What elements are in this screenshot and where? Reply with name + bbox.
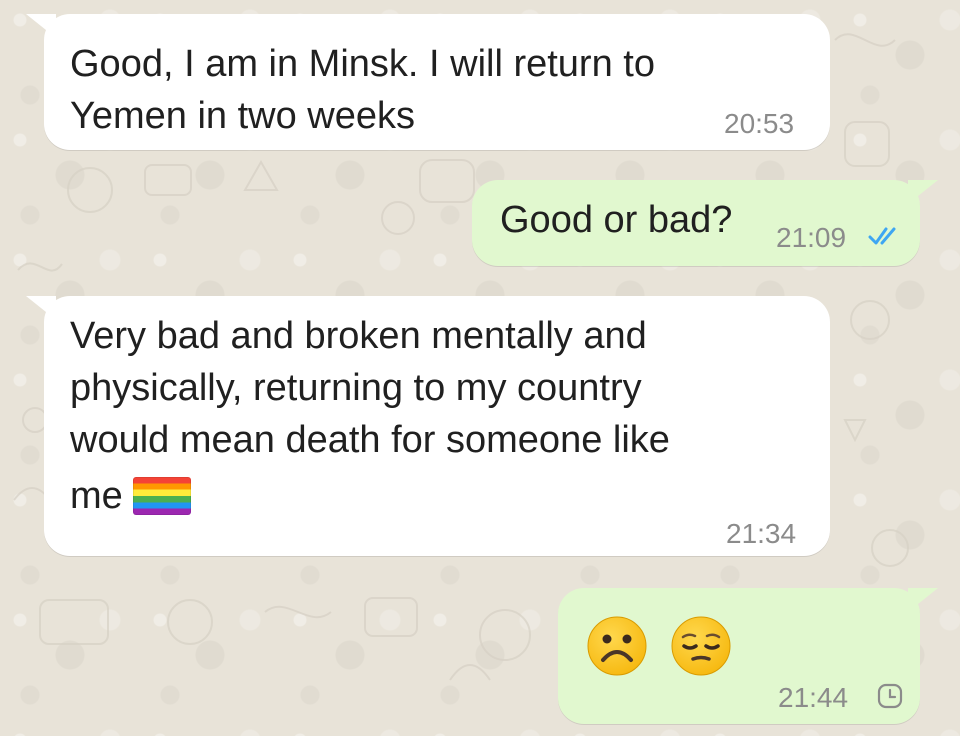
message-text: Good, I am in Minsk. I will return to Ye…	[70, 43, 655, 137]
message-text-line: me	[70, 475, 123, 517]
chat-background: Good, I am in Minsk. I will return to Ye…	[0, 0, 960, 736]
incoming-message-bubble[interactable]: Good, I am in Minsk. I will return to Ye…	[44, 14, 830, 150]
message-timestamp: 21:34	[726, 518, 797, 549]
pensive-face-icon	[671, 616, 731, 676]
pending-clock-icon	[877, 683, 903, 709]
message-text-line: physically, returning to my country	[70, 367, 642, 409]
frowning-face-icon	[587, 616, 647, 676]
message-text-line: would mean death for someone like	[70, 419, 670, 461]
message-timestamp: 21:44	[778, 682, 849, 713]
outgoing-message-bubble[interactable]: 21:44	[558, 588, 920, 724]
rainbow-flag-icon	[132, 477, 191, 515]
message-text-line: Very bad and broken mentally and	[70, 315, 647, 357]
message-last-line: me	[70, 470, 191, 522]
outgoing-message-bubble[interactable]: Good or bad? 21:09	[472, 180, 920, 266]
message-timestamp: 20:53	[724, 108, 795, 139]
message-timestamp: 21:09	[776, 222, 847, 253]
message-text: Good or bad?	[500, 199, 733, 241]
double-check-read-icon	[868, 227, 896, 245]
incoming-message-bubble[interactable]: Very bad and broken mentally and physica…	[44, 296, 830, 556]
